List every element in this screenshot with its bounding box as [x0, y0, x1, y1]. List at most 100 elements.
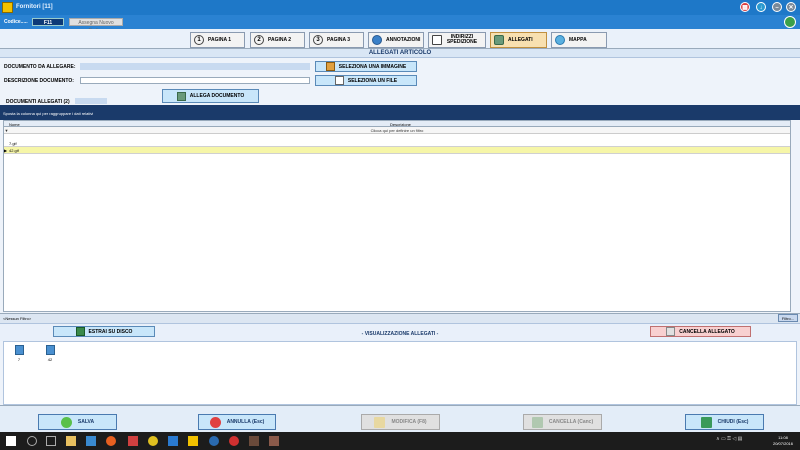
tab-indirizzi-spedizione[interactable]: INDIRIZZI SPEDIZIONE	[428, 32, 486, 48]
firefox-icon[interactable]	[106, 436, 116, 446]
code-bar: Codice..... F11 Assegna Nuovo Codice	[0, 15, 800, 34]
tab-annotazioni[interactable]: ANNOTAZIONI	[368, 32, 424, 48]
app-icon[interactable]	[269, 436, 279, 446]
notes-icon	[372, 35, 382, 45]
window-title: Fornitori [11]	[16, 4, 53, 10]
tab-pagina-3[interactable]: 3 PAGINA 3	[309, 32, 364, 48]
table-row[interactable]: 7.gif	[4, 140, 790, 147]
eraser-icon	[666, 327, 676, 336]
tab-label: INDIRIZZI SPEDIZIONE	[446, 34, 478, 45]
app-icon[interactable]	[249, 436, 259, 446]
document-label: DOCUMENTO DA ALLEGARE:	[4, 64, 76, 70]
edge-icon[interactable]	[168, 436, 178, 446]
trash-icon	[531, 416, 543, 428]
checkmark-icon	[60, 416, 72, 428]
paperclip-icon	[494, 35, 504, 45]
delete-button[interactable]: CANCELLA (Canc)	[523, 414, 602, 430]
button-label: CHIUDI (Esc)	[717, 419, 749, 425]
viewer-title: - VISUALIZZAZIONE ALLEGATI -	[361, 331, 439, 337]
opera-icon[interactable]	[229, 436, 239, 446]
attachments-viewer: 7 42	[3, 341, 797, 405]
browser-icon[interactable]	[209, 436, 219, 446]
button-label: SELEZIONA UNA IMMAGINE	[338, 63, 407, 70]
tab-pagina-1[interactable]: 1 PAGINA 1	[190, 32, 245, 48]
row-name: 42.gif	[9, 148, 19, 153]
app-icon[interactable]	[128, 436, 138, 446]
network-icon[interactable]	[86, 436, 96, 446]
select-image-button[interactable]: SELEZIONA UNA IMMAGINE	[315, 61, 417, 72]
calculator-icon[interactable]: ▦	[740, 2, 750, 12]
grid-filter-row[interactable]: ▼ Clicca qui per definire un filtro	[4, 127, 790, 134]
map-globe-icon	[555, 35, 565, 45]
filter-status: <Nessun Filtro>	[0, 313, 800, 323]
filter-hint: Clicca qui per definire un filtro	[370, 128, 424, 133]
tab-label: PAGINA 3	[327, 37, 351, 43]
task-view-icon[interactable]	[46, 436, 56, 446]
search-icon[interactable]	[27, 436, 37, 446]
attachment-thumbnail[interactable]: 7	[14, 345, 24, 362]
app-logo-icon	[2, 2, 13, 13]
filter-button[interactable]: Filtro...	[778, 314, 798, 322]
paperclip-icon	[176, 91, 186, 101]
document-field	[80, 63, 310, 70]
code-label: Codice.....	[4, 19, 28, 25]
button-label: MODIFICA (F8)	[391, 419, 427, 425]
thumbnail-label: 42	[47, 357, 53, 362]
number-three-icon: 3	[313, 35, 323, 45]
tab-mappa[interactable]: MAPPA	[551, 32, 607, 48]
button-label: CANCELLA (Canc)	[548, 419, 594, 425]
table-row[interactable]: ▶ 42.gif	[4, 147, 790, 154]
clock[interactable]: 11:08 20/07/2016	[768, 435, 798, 447]
exit-door-icon	[700, 416, 712, 428]
minimize-icon[interactable]: –	[772, 2, 782, 12]
window-titlebar: Fornitori [11] ▦ ↓ – ✕	[0, 0, 800, 15]
thumbnail-label: 7	[17, 357, 21, 362]
tab-label: PAGINA 2	[268, 37, 292, 43]
system-tray[interactable]: ∧ ▭ ⚿ ◁ ▤	[716, 436, 766, 446]
row-name: 7.gif	[9, 141, 17, 146]
windows-start-icon[interactable]	[6, 436, 16, 446]
code-field[interactable]: F11	[32, 18, 64, 26]
button-label: CANCELLA ALLEGATO	[679, 328, 735, 335]
disk-icon	[75, 327, 85, 336]
taskbar: ∧ ▭ ⚿ ◁ ▤ 11:08 20/07/2016	[0, 432, 800, 450]
tab-label: ALLEGATI	[508, 37, 533, 43]
number-two-icon: 2	[254, 35, 264, 45]
image-icon	[325, 62, 335, 71]
attachments-grid: Nome Descrizione ▼ Clicca qui per defini…	[3, 120, 791, 312]
address-book-icon	[432, 35, 442, 45]
attachment-thumbnail[interactable]: 42	[45, 345, 55, 362]
edit-document-icon	[374, 416, 386, 428]
download-icon[interactable]: ↓	[756, 2, 766, 12]
section-title: ALLEGATI ARTICOLO	[0, 49, 800, 58]
chrome-icon[interactable]	[148, 436, 158, 446]
delete-attachment-button[interactable]: CANCELLA ALLEGATO	[650, 326, 751, 337]
description-input[interactable]	[80, 77, 310, 84]
image-file-icon	[14, 345, 24, 355]
file-explorer-icon[interactable]	[66, 436, 76, 446]
tab-label: MAPPA	[569, 37, 587, 43]
globe-icon[interactable]	[784, 16, 796, 28]
button-label: ANNULLA (Esc)	[226, 419, 265, 425]
assign-new-code-button[interactable]: Assegna Nuovo Codice	[69, 18, 123, 34]
select-file-button[interactable]: SELEZIONA UN FILE	[315, 75, 417, 86]
button-label: ESTRAI SU DISCO	[88, 328, 133, 335]
tab-allegati[interactable]: ALLEGATI	[490, 32, 547, 48]
close-icon[interactable]: ✕	[786, 2, 796, 12]
fornitori-app-icon[interactable]	[188, 436, 198, 446]
group-by-area[interactable]: Sposta la colonna qui per raggruppare i …	[0, 105, 800, 120]
button-label: ALLEGA DOCUMENTO	[189, 93, 245, 99]
filter-icon: ▼	[4, 128, 9, 133]
save-button[interactable]: SALVA	[38, 414, 117, 430]
tab-pagina-2[interactable]: 2 PAGINA 2	[250, 32, 305, 48]
button-label: SALVA	[77, 419, 95, 425]
image-file-icon	[45, 345, 55, 355]
file-icon	[334, 76, 344, 85]
button-label: SELEZIONA UN FILE	[347, 77, 398, 84]
modify-button[interactable]: MODIFICA (F8)	[361, 414, 440, 430]
extract-to-disk-button[interactable]: ESTRAI SU DISCO	[53, 326, 155, 337]
close-button[interactable]: CHIUDI (Esc)	[685, 414, 764, 430]
number-one-icon: 1	[194, 35, 204, 45]
attach-document-button[interactable]: ALLEGA DOCUMENTO	[162, 89, 259, 103]
cancel-edit-button[interactable]: ANNULLA (Esc)	[198, 414, 276, 430]
